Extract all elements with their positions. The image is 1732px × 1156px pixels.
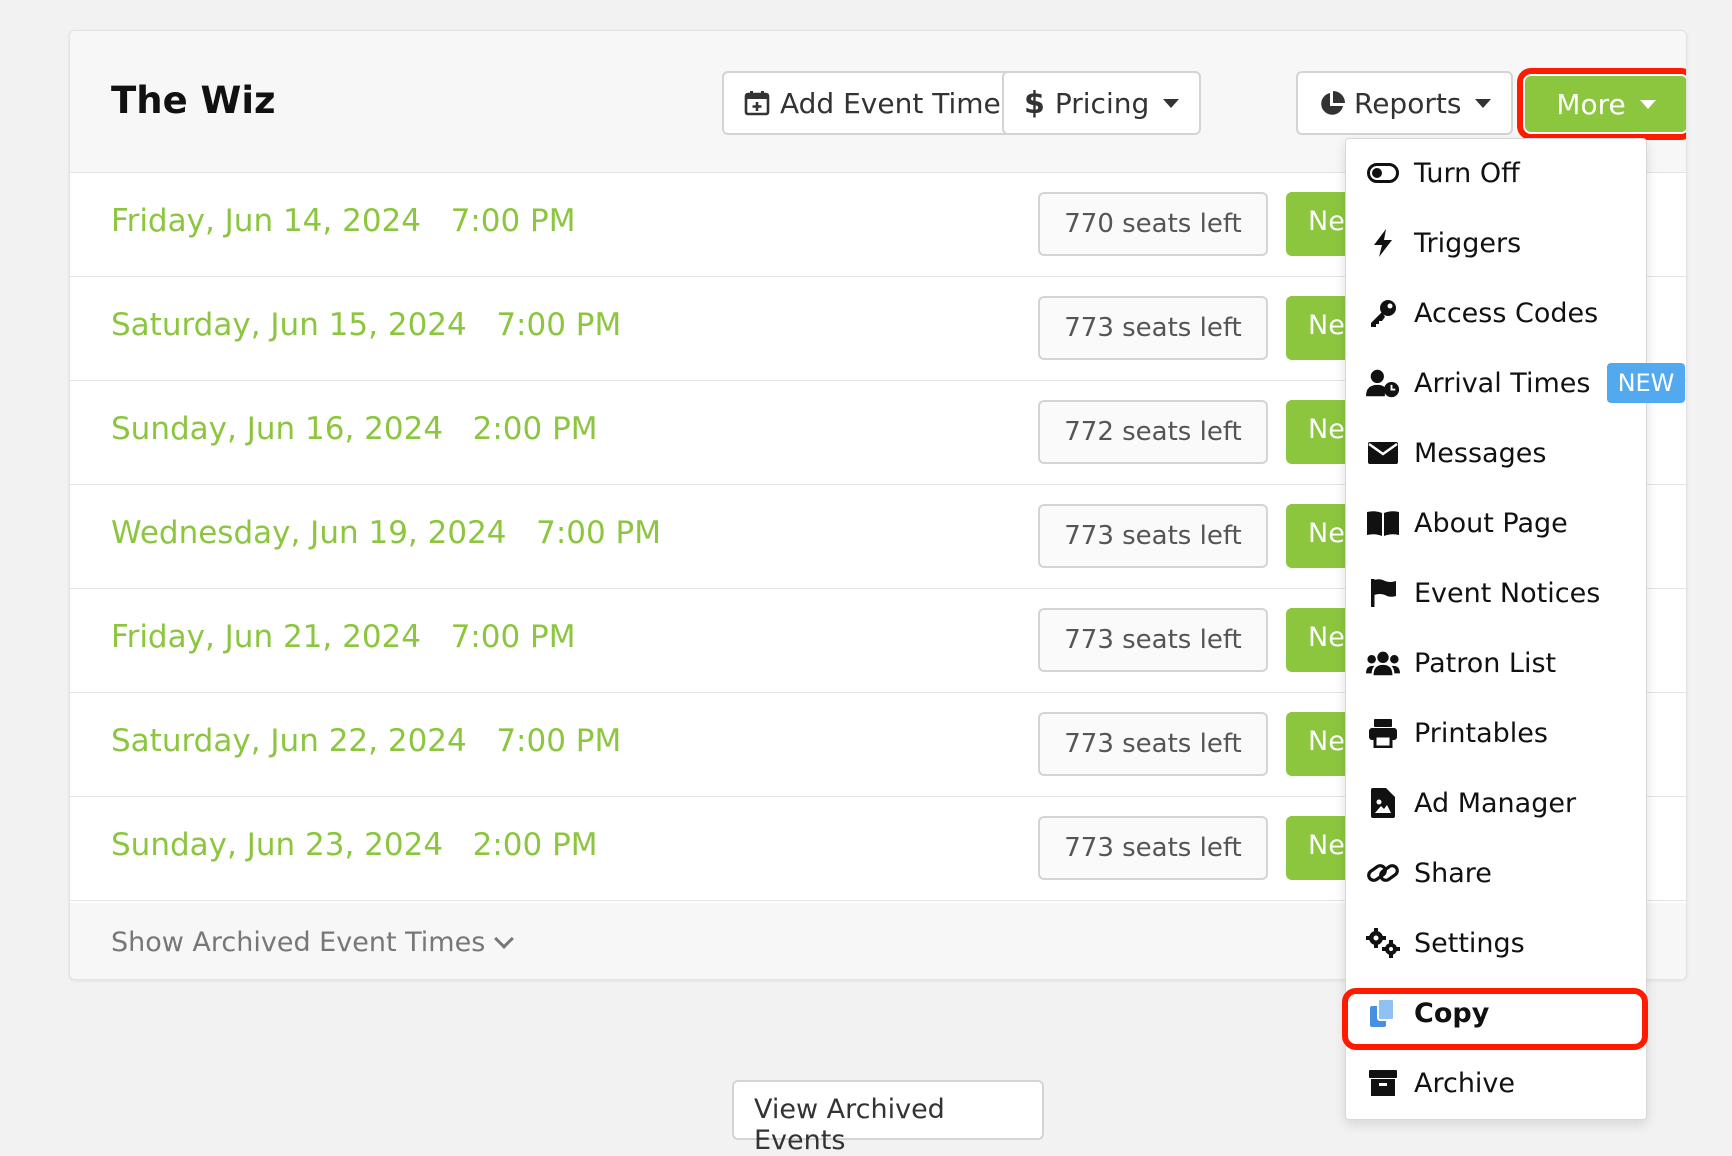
menu-item-arrival-times[interactable]: Arrival Times — [1346, 353, 1646, 413]
user-clock-icon — [1366, 366, 1400, 400]
menu-item-turn-off[interactable]: Turn Off — [1346, 143, 1646, 203]
gears-icon — [1366, 926, 1400, 960]
add-event-times-label: Add Event Times — [780, 86, 1016, 120]
more-button-inner[interactable]: More — [1525, 76, 1686, 132]
archive-icon — [1366, 1066, 1400, 1100]
new-badge: NEW — [1607, 363, 1685, 403]
pricing-label: Pricing — [1054, 86, 1150, 120]
menu-item-triggers[interactable]: Triggers — [1346, 213, 1646, 273]
more-dropdown-menu: Turn Off Triggers Access Codes Arrival T… — [1345, 138, 1647, 1120]
menu-item-messages[interactable]: Messages — [1346, 423, 1646, 483]
event-datetime[interactable]: Friday, Jun 21, 2024 7:00 PM — [111, 619, 575, 655]
seats-left-badge[interactable]: 773 seats left — [1038, 296, 1268, 360]
link-icon — [1366, 856, 1400, 890]
seats-left-badge[interactable]: 772 seats left — [1038, 400, 1268, 464]
view-archived-events-button[interactable]: View Archived Events — [732, 1080, 1044, 1156]
menu-item-patron-list[interactable]: Patron List — [1346, 633, 1646, 693]
caret-down-icon — [1475, 98, 1492, 108]
menu-item-ad-manager[interactable]: Ad Manager — [1346, 773, 1646, 833]
pie-chart-icon — [1318, 90, 1345, 116]
add-event-times-button[interactable]: Add Event Times — [722, 71, 1038, 135]
menu-item-printables[interactable]: Printables — [1346, 703, 1646, 763]
caret-down-icon — [1163, 98, 1180, 108]
event-datetime[interactable]: Friday, Jun 14, 2024 7:00 PM — [111, 203, 575, 239]
calendar-plus-icon — [744, 90, 770, 116]
key-icon — [1366, 296, 1400, 330]
caret-down-icon — [1639, 99, 1656, 109]
show-archived-event-times-link[interactable]: Show Archived Event Times — [111, 927, 515, 958]
event-datetime[interactable]: Sunday, Jun 16, 2024 2:00 PM — [111, 411, 598, 447]
reports-label: Reports — [1354, 86, 1462, 120]
chevron-down-icon — [494, 928, 515, 949]
pricing-button[interactable]: $ Pricing — [1002, 71, 1202, 135]
event-datetime[interactable]: Sunday, Jun 23, 2024 2:00 PM — [111, 827, 598, 863]
event-datetime[interactable]: Saturday, Jun 15, 2024 7:00 PM — [111, 307, 621, 343]
more-button[interactable]: More — [1517, 68, 1686, 140]
event-datetime[interactable]: Saturday, Jun 22, 2024 7:00 PM — [111, 723, 621, 759]
dollar-icon: $ — [1024, 85, 1045, 121]
reports-button[interactable]: Reports — [1296, 71, 1514, 135]
book-icon — [1366, 506, 1400, 540]
copy-icon — [1366, 996, 1400, 1030]
printer-icon — [1366, 716, 1400, 750]
file-image-icon — [1366, 786, 1400, 820]
seats-left-badge[interactable]: 770 seats left — [1038, 192, 1268, 256]
flag-icon — [1366, 576, 1400, 610]
menu-item-settings[interactable]: Settings — [1346, 913, 1646, 973]
show-archived-label: Show Archived Event Times — [111, 927, 486, 958]
seats-left-badge[interactable]: 773 seats left — [1038, 608, 1268, 672]
event-datetime[interactable]: Wednesday, Jun 19, 2024 7:00 PM — [111, 515, 661, 551]
seats-left-badge[interactable]: 773 seats left — [1038, 504, 1268, 568]
seats-left-badge[interactable]: 773 seats left — [1038, 712, 1268, 776]
envelope-icon — [1366, 436, 1400, 470]
more-label: More — [1556, 87, 1626, 121]
users-icon — [1366, 646, 1400, 680]
menu-item-archive[interactable]: Archive — [1346, 1053, 1646, 1113]
toggle-icon — [1366, 156, 1400, 190]
menu-item-share[interactable]: Share — [1346, 843, 1646, 903]
menu-item-copy[interactable]: Copy — [1346, 983, 1646, 1043]
menu-item-access-codes[interactable]: Access Codes — [1346, 283, 1646, 343]
event-title: The Wiz — [111, 79, 276, 122]
seats-left-badge[interactable]: 773 seats left — [1038, 816, 1268, 880]
bolt-icon — [1366, 226, 1400, 260]
menu-item-event-notices[interactable]: Event Notices — [1346, 563, 1646, 623]
menu-item-about-page[interactable]: About Page — [1346, 493, 1646, 553]
